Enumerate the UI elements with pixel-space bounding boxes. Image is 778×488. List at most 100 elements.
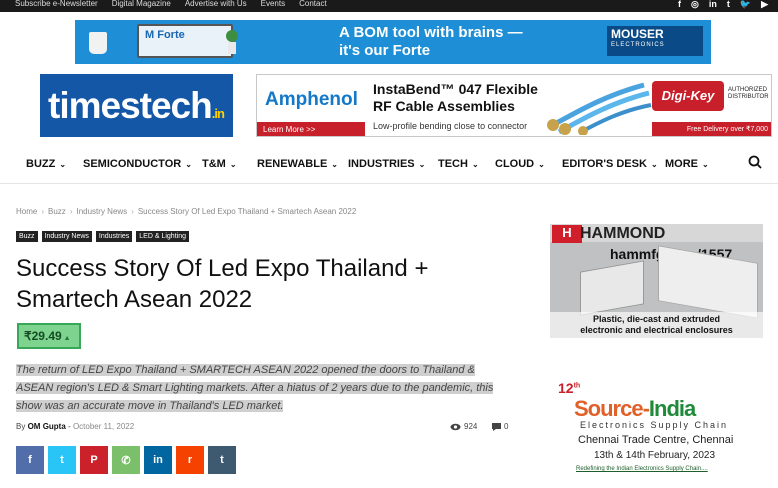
nav-item-tm[interactable]: T&M ⌄ xyxy=(202,158,237,170)
whatsapp-icon: ✆ xyxy=(121,454,131,467)
chevron-down-icon: ⌄ xyxy=(650,160,658,169)
nav-item-tech[interactable]: TECH ⌄ xyxy=(438,158,479,170)
site-logo[interactable]: timestech.in xyxy=(40,74,233,137)
article-meta: By OM Gupta - October 11, 2022 xyxy=(16,422,135,431)
tumblr-share-button[interactable]: t xyxy=(208,446,236,474)
chevron-down-icon: ⌄ xyxy=(471,160,479,169)
social-links: f ◎ in t 🐦 ▶ xyxy=(678,0,768,9)
event-venue: Chennai Trade Centre, Chennai xyxy=(578,434,734,446)
main-nav: BUZZ ⌄ SEMICONDUCTOR ⌄ T&M ⌄ RENEWABLE ⌄ IND… xyxy=(0,152,778,184)
nav-item-buzz[interactable]: BUZZ ⌄ xyxy=(26,158,66,170)
breadcrumb-current: Success Story Of Led Expo Thailand + Sma… xyxy=(137,207,357,216)
tag-industries[interactable]: Industries xyxy=(95,231,133,242)
facebook-icon[interactable]: f xyxy=(678,0,681,9)
event-dates: 13th & 14th February, 2023 xyxy=(594,450,716,461)
twitter-icon[interactable]: 🐦 xyxy=(740,0,751,9)
source-india-subtitle: Electronics Supply Chain xyxy=(580,420,729,430)
author-link[interactable]: OM Gupta xyxy=(28,422,66,431)
category-tags: Buzz Industry News Industries LED & Ligh… xyxy=(16,231,189,242)
chevron-down-icon: ⌄ xyxy=(538,160,545,169)
source-india-ad[interactable]: 12th Source-India Electronics Supply Cha… xyxy=(556,378,762,478)
chevron-down-icon: ⌄ xyxy=(702,160,709,169)
chevron-down-icon: ⌄ xyxy=(229,160,237,169)
article-excerpt: The return of LED Expo Thailand + SMARTE… xyxy=(16,364,494,412)
source-india-logo: Source-India xyxy=(574,396,696,421)
facebook-icon: f xyxy=(28,454,32,466)
ad-subtext: Low-profile bending close to connector xyxy=(373,121,528,131)
youtube-icon[interactable]: ▶ xyxy=(761,0,768,9)
edition-number: 12th xyxy=(558,380,581,396)
hammond-logo: HAMMOND xyxy=(580,225,666,242)
linkedin-share-button[interactable]: in xyxy=(144,446,172,474)
advertise-link[interactable]: Advertise with Us xyxy=(185,0,247,8)
nav-item-semiconductor[interactable]: SEMICONDUCTOR ⌄ xyxy=(83,158,192,170)
instagram-icon[interactable]: ◎ xyxy=(691,0,699,9)
amphenol-ad[interactable]: Amphenol Learn More >> InstaBend™ 047 Fl… xyxy=(256,74,772,137)
free-delivery-banner: Free Delivery over ₹7,000 xyxy=(652,122,771,136)
reddit-icon: r xyxy=(187,454,193,466)
amphenol-logo: Amphenol xyxy=(265,89,358,110)
twitter-icon: t xyxy=(60,454,64,466)
digital-magazine-link[interactable]: Digital Magazine xyxy=(112,0,171,8)
breadcrumb-separator: › xyxy=(131,207,134,216)
whatsapp-share-button[interactable]: ✆ xyxy=(112,446,140,474)
share-buttons: f t P ✆ in r t xyxy=(16,446,236,474)
nav-item-renewable[interactable]: RENEWABLE ⌄ xyxy=(257,158,338,170)
eye-icon xyxy=(450,423,461,430)
laptop-image: M Forte xyxy=(137,24,233,58)
ad-headline: InstaBend™ 047 Flexible RF Cable Assembl… xyxy=(373,81,538,114)
twitter-share-button[interactable]: t xyxy=(48,446,76,474)
facebook-share-button[interactable]: f xyxy=(16,446,44,474)
tag-industry-news[interactable]: Industry News xyxy=(41,231,92,242)
breadcrumb-separator: › xyxy=(41,207,45,216)
chevron-down-icon: ⌄ xyxy=(59,160,67,169)
arrow-up-icon: ▲ xyxy=(63,335,71,342)
cable-image xyxy=(547,82,652,135)
reddit-share-button[interactable]: r xyxy=(176,446,204,474)
top-banner-ad[interactable]: M Forte A BOM tool with brains — it's ou… xyxy=(75,20,711,64)
chevron-down-icon: ⌄ xyxy=(185,160,192,169)
top-bar: Subscribe e-Newsletter Digital Magazine … xyxy=(0,0,778,12)
tag-led-lighting[interactable]: LED & Lighting xyxy=(136,231,189,242)
breadcrumb-home[interactable]: Home xyxy=(16,207,37,216)
linkedin-icon[interactable]: in xyxy=(709,0,717,9)
nav-item-editors-desk[interactable]: EDITOR'S DESK ⌄ xyxy=(562,158,658,170)
pinterest-share-button[interactable]: P xyxy=(80,446,108,474)
digikey-logo: Digi-Key xyxy=(652,81,724,111)
banner-headline: A BOM tool with brains — it's our Forte xyxy=(339,24,523,59)
breadcrumb-separator: › xyxy=(69,207,73,216)
comment-count[interactable]: 0 xyxy=(492,422,508,431)
cup-image xyxy=(89,32,107,54)
event-tagline: Redefining the Indian Electronics Supply… xyxy=(576,466,708,472)
price-badge: ₹29.49 ▲ xyxy=(17,323,81,349)
pinterest-icon: P xyxy=(90,454,98,466)
breadcrumb-buzz[interactable]: Buzz xyxy=(48,207,66,216)
forte-logo: M Forte xyxy=(145,29,185,41)
hammond-ad[interactable]: H HAMMOND hammfg.com/1557 Plastic, die-c… xyxy=(550,224,763,338)
article-title: Success Story Of Led Expo Thailand + Sma… xyxy=(16,255,429,313)
tag-buzz[interactable]: Buzz xyxy=(16,231,38,242)
plant-image xyxy=(226,30,238,54)
chevron-down-icon: ⌄ xyxy=(418,160,426,169)
breadcrumb-industry-news[interactable]: Industry News xyxy=(76,207,127,216)
mouser-logo: MOUSER ELECTRONICS xyxy=(607,26,703,56)
publish-date: October 11, 2022 xyxy=(72,422,135,431)
enclosure-image xyxy=(658,245,758,319)
contact-link[interactable]: Contact xyxy=(299,0,327,8)
nav-item-industries[interactable]: INDUSTRIES ⌄ xyxy=(348,158,425,170)
nav-item-cloud[interactable]: CLOUD ⌄ xyxy=(495,158,545,170)
subscribe-link[interactable]: Subscribe e-Newsletter xyxy=(15,0,98,8)
hammond-caption: Plastic, die-cast and extruded electroni… xyxy=(550,312,763,338)
breadcrumb: Home › Buzz › Industry News › Success St… xyxy=(16,207,356,216)
hammond-mark: H xyxy=(552,225,582,243)
top-links: Subscribe e-Newsletter Digital Magazine … xyxy=(15,0,327,8)
enclosure-image xyxy=(580,260,644,316)
search-icon[interactable] xyxy=(748,155,762,169)
chevron-down-icon: ⌄ xyxy=(331,160,338,169)
nav-item-more[interactable]: MORE ⌄ xyxy=(665,158,709,170)
comment-icon xyxy=(492,422,501,431)
learn-more-button[interactable]: Learn More >> xyxy=(257,122,365,136)
linkedin-icon: in xyxy=(153,454,163,466)
events-link[interactable]: Events xyxy=(261,0,285,8)
tumblr-icon[interactable]: t xyxy=(727,0,730,9)
